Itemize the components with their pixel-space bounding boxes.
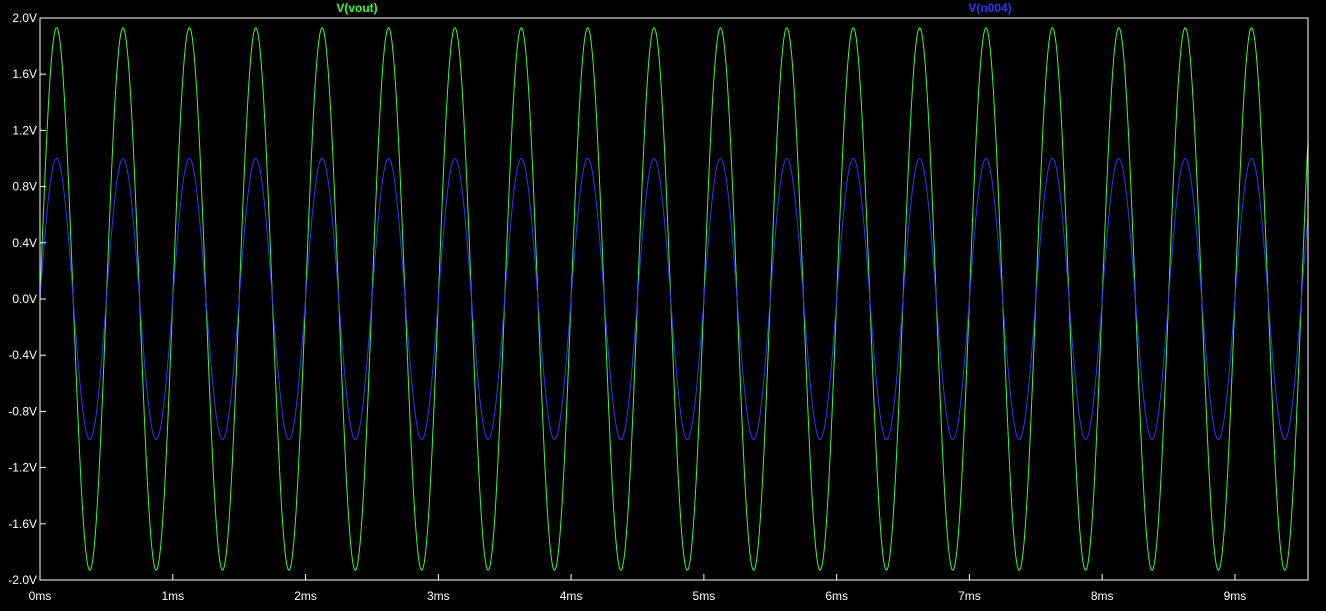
y-tick-label: -1.6V <box>8 517 37 531</box>
y-tick-label: -2.0V <box>8 573 37 587</box>
x-tick-label: 5ms <box>693 589 716 603</box>
x-tick-label: 3ms <box>427 589 450 603</box>
legend-label-v-vout[interactable]: V(vout) <box>336 1 377 15</box>
x-tick-label: 0ms <box>29 589 52 603</box>
plot-background <box>0 0 1326 606</box>
y-tick-label: 0.8V <box>12 180 37 194</box>
x-tick-label: 6ms <box>825 589 848 603</box>
x-tick-label: 7ms <box>958 589 981 603</box>
y-tick-label: -0.8V <box>8 404 37 418</box>
legend-label-v-n004[interactable]: V(n004) <box>968 1 1011 15</box>
y-tick-label: 1.6V <box>12 67 37 81</box>
waveform-plot[interactable]: 2.0V 1.6V 1.2V 0.8V 0.4V 0.0V -0.4V -0.8V -1.2V -… <box>0 0 1326 606</box>
x-tick-label: 1ms <box>161 589 184 603</box>
y-tick-label: 1.2V <box>12 123 37 137</box>
y-tick-label: -0.4V <box>8 348 37 362</box>
x-tick-label: 2ms <box>294 589 317 603</box>
y-tick-label: 0.0V <box>12 292 37 306</box>
y-tick-label: -1.2V <box>8 461 37 475</box>
y-tick-label: 0.4V <box>12 236 37 250</box>
x-tick-label: 4ms <box>560 589 583 603</box>
plot-svg[interactable]: 2.0V 1.6V 1.2V 0.8V 0.4V 0.0V -0.4V -0.8V -1.2V -… <box>0 0 1326 606</box>
x-tick-label: 9ms <box>1224 589 1247 603</box>
y-tick-label: 2.0V <box>12 11 37 25</box>
x-tick-label: 8ms <box>1091 589 1114 603</box>
